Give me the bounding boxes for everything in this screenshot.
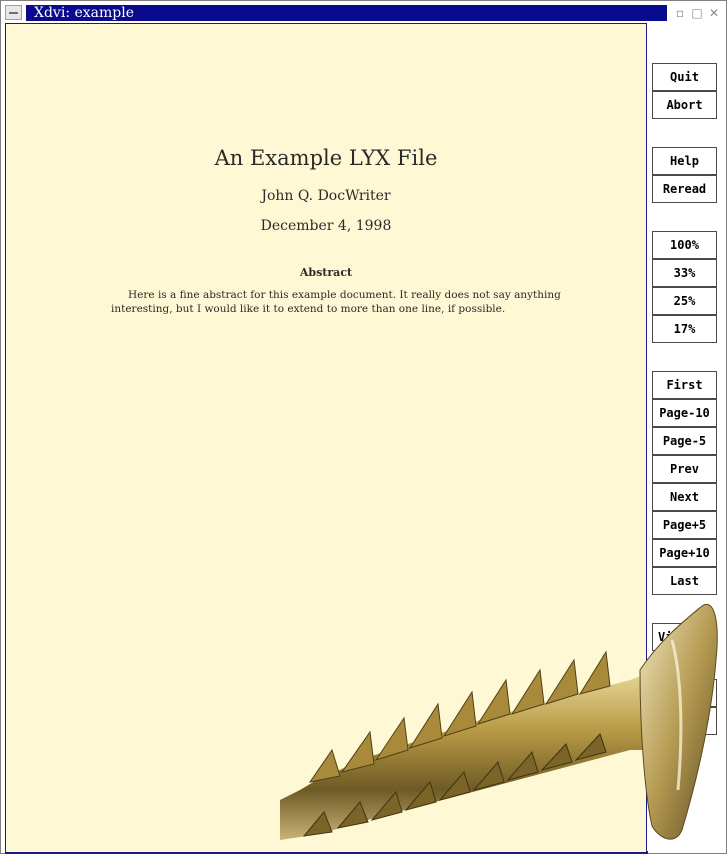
page-plus-5-button[interactable]: Page+5 (652, 511, 717, 539)
window-title: Xdvi: example (26, 5, 667, 21)
quit-button[interactable]: Quit (652, 63, 717, 91)
prev-page-button[interactable]: Prev (652, 455, 717, 483)
last-page-button[interactable]: Last (652, 567, 717, 595)
partial-button[interactable] (652, 679, 717, 707)
xdvi-window: Xdvi: example ▫ □ ✕ An Example LYX File … (0, 0, 727, 854)
document-date: December 4, 1998 (260, 218, 392, 234)
abstract-line: Here is a fine abstract for this example… (128, 289, 561, 301)
zoom-33-button[interactable]: 33% (652, 259, 717, 287)
minimize-icon[interactable]: ▫ (673, 6, 687, 20)
page-minus-10-button[interactable]: Page-10 (652, 399, 717, 427)
window-menu-icon[interactable] (5, 5, 22, 20)
abstract-heading: Abstract (299, 266, 353, 279)
help-button[interactable]: Help (652, 147, 717, 175)
zoom-100-button[interactable]: 100% (652, 231, 717, 259)
document-author: John Q. DocWriter (261, 188, 391, 204)
button-panel: Quit Abort Help Reread 100% 33% 25% 17% … (647, 23, 725, 851)
abort-button[interactable]: Abort (652, 91, 717, 119)
page-minus-5-button[interactable]: Page-5 (652, 427, 717, 455)
abstract-text: Here is a fine abstract for this example… (111, 288, 561, 316)
partial-button-e[interactable]: e (652, 707, 717, 735)
first-page-button[interactable]: First (652, 371, 717, 399)
zoom-17-button[interactable]: 17% (652, 315, 717, 343)
abstract-line: interesting, but I would like it to exte… (111, 303, 506, 315)
zoom-25-button[interactable]: 25% (652, 287, 717, 315)
title-bar: Xdvi: example ▫ □ ✕ (3, 3, 724, 22)
document-title: An Example LYX File (214, 146, 438, 170)
page-number: 1 (322, 766, 330, 779)
next-page-button[interactable]: Next (652, 483, 717, 511)
view-button[interactable]: Vi (652, 623, 717, 651)
maximize-icon[interactable]: □ (690, 6, 704, 20)
dvi-page[interactable]: An Example LYX File John Q. DocWriter De… (5, 23, 648, 854)
close-icon[interactable]: ✕ (707, 6, 721, 20)
page-plus-10-button[interactable]: Page+10 (652, 539, 717, 567)
reread-button[interactable]: Reread (652, 175, 717, 203)
